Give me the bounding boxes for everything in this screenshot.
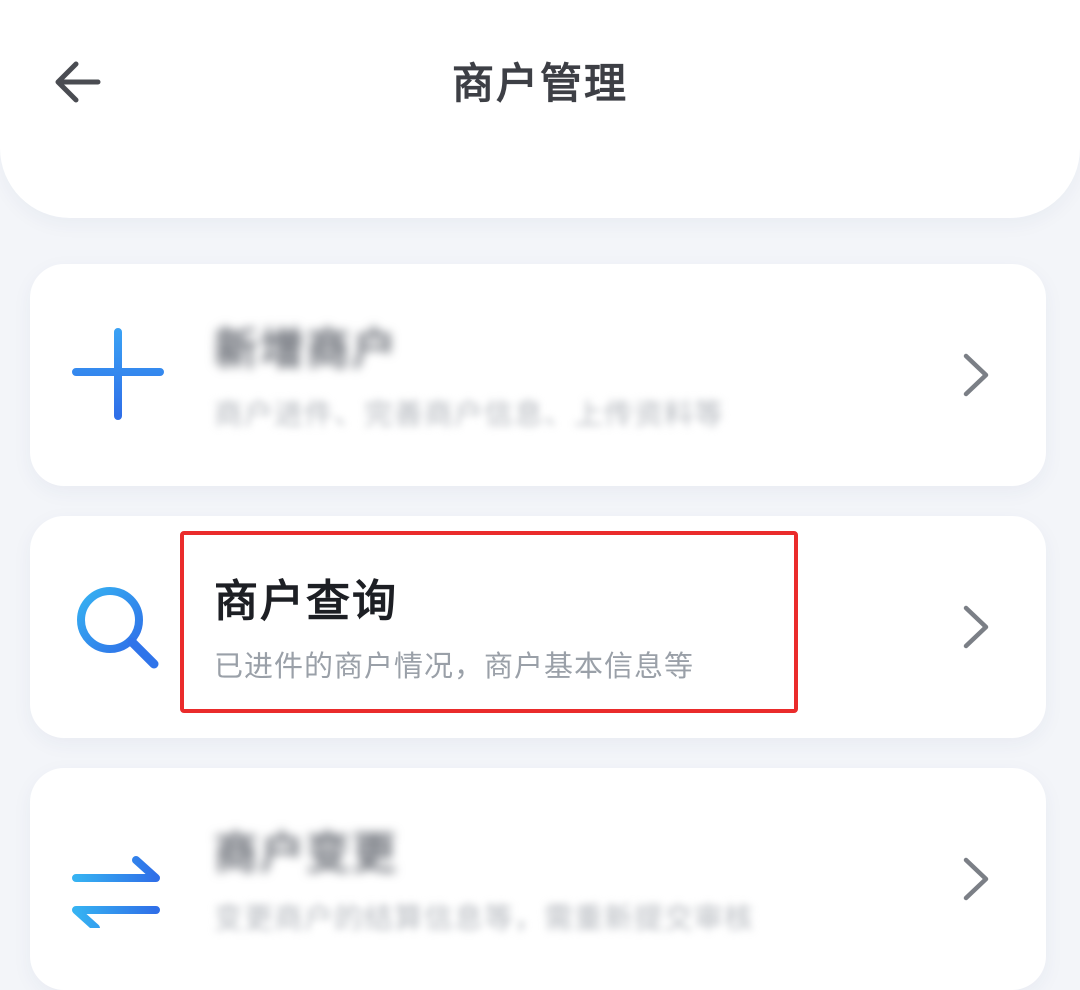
chevron-right-icon (956, 602, 996, 652)
plus-icon (66, 324, 166, 424)
menu-item-title: 商户查询 (214, 576, 398, 627)
chevron-right-icon (956, 350, 996, 400)
menu-item-title: 新增商户 (214, 324, 398, 375)
page-title: 商户管理 (451, 59, 628, 108)
chevron-right-icon (956, 854, 996, 904)
menu-item-add-merchant[interactable]: 新增商户 商户进件、完善商户信息、上传资料等 (30, 264, 1046, 486)
menu-item-merchant-change[interactable]: 商户变更 变更商户的结算信息等，需重新提交审核 (30, 768, 1046, 990)
search-icon (66, 576, 166, 676)
menu-item-merchant-query[interactable]: 商户查询 已进件的商户情况，商户基本信息等 (30, 516, 1046, 738)
menu-item-description: 商户进件、完善商户信息、上传资料等 (214, 397, 725, 431)
menu-item-description: 变更商户的结算信息等，需重新提交审核 (214, 901, 755, 935)
menu-item-description: 已进件的商户情况，商户基本信息等 (214, 649, 695, 683)
swap-arrows-icon (66, 828, 166, 928)
top-bar: 商户管理 (0, 0, 1080, 218)
menu-item-title: 商户变更 (214, 828, 398, 879)
